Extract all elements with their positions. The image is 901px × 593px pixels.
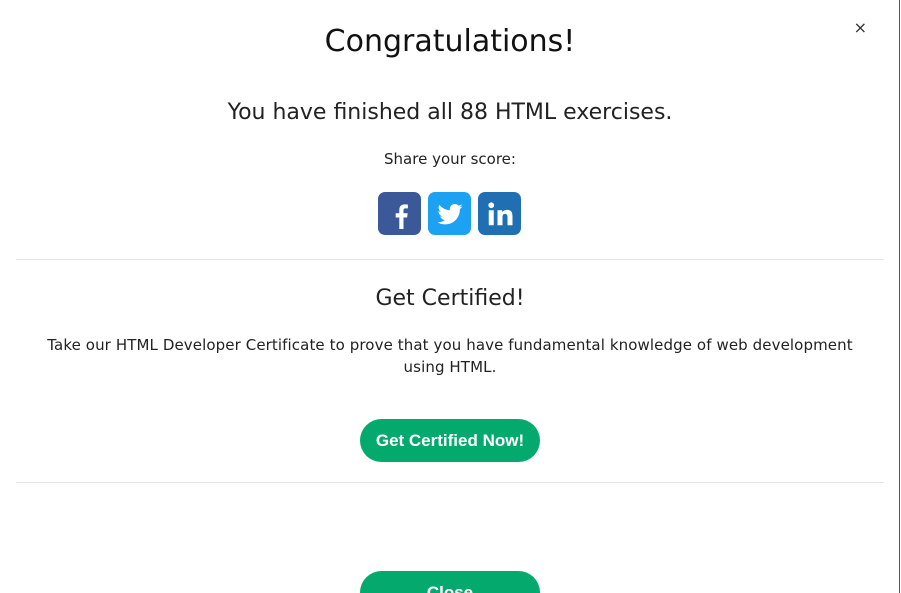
share-label: Share your score: xyxy=(384,150,516,168)
divider xyxy=(16,259,884,260)
share-icons xyxy=(378,192,521,235)
linkedin-icon[interactable] xyxy=(478,192,521,235)
cert-description: Take our HTML Developer Certificate to p… xyxy=(47,336,853,376)
congratulations-dialog: × Congratulations! You have finished all… xyxy=(0,0,900,593)
cert-heading: Get Certified! xyxy=(375,286,525,311)
get-certified-button[interactable]: Get Certified Now! xyxy=(360,419,540,462)
close-button[interactable]: Close xyxy=(360,571,540,593)
completion-message: You have finished all 88 HTML exercises. xyxy=(227,100,673,125)
facebook-icon[interactable] xyxy=(378,192,421,235)
twitter-icon[interactable] xyxy=(428,192,471,235)
divider xyxy=(16,482,884,483)
dialog-title: Congratulations! xyxy=(324,24,576,59)
